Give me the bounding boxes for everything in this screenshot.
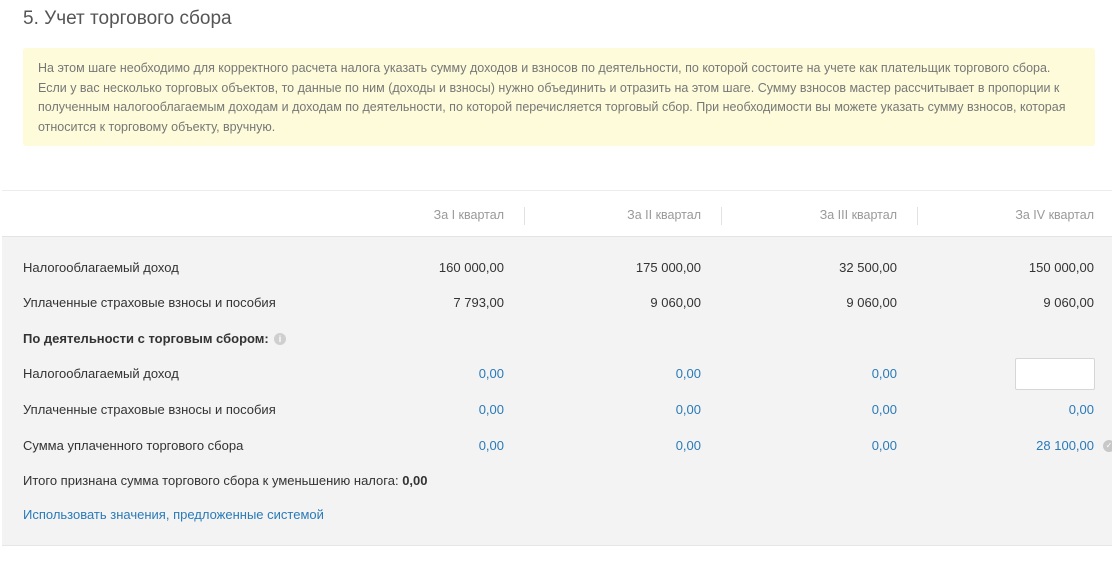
total-row: Итого признана сумма торгового сбора к у… [2,471,1112,491]
table-row-trade-income: Налогооблагаемый доход 0,00 0,00 0,00 [2,358,1112,390]
section-header: По деятельности с торговым сбором: i [2,329,1112,349]
value-q3: 32 500,00 [839,260,897,275]
check-circle-icon: ✓ [1103,440,1112,452]
info-icon[interactable]: i [274,333,286,345]
table-body: Налогооблагаемый доход 160 000,00 175 00… [2,237,1112,546]
link-row: Использовать значения, предложенные сист… [2,505,1112,525]
value-q4: 150 000,00 [1028,260,1094,275]
value-link-q2[interactable]: 0,00 [676,366,701,381]
value-q2: 175 000,00 [635,260,701,275]
total-label: Итого признана сумма торгового сбора к у… [23,473,399,488]
value-link-q1[interactable]: 0,00 [479,402,504,417]
value-link-q2[interactable]: 0,00 [676,438,701,453]
table-header: За I квартал За II квартал За III кварта… [2,190,1112,237]
value-link-q3[interactable]: 0,00 [872,366,897,381]
total-text: Итого признана сумма торгового сбора к у… [23,473,428,488]
section-title: По деятельности с торговым сбором: [23,331,269,346]
row-label: Налогооблагаемый доход [23,366,179,381]
column-separator [917,207,918,225]
value-q4: 9 060,00 [1043,295,1094,310]
table-row-trade-insurance: Уплаченные страховые взносы и пособия 0,… [2,400,1112,420]
info-note: На этом шаге необходимо для корректного … [23,48,1095,146]
column-header-q3: За III квартал [819,208,897,222]
value-link-q4[interactable]: 28 100,00 [1036,438,1094,453]
use-suggested-values-link[interactable]: Использовать значения, предложенные сист… [23,507,324,522]
page-title: 5. Учет торгового сбора [23,8,232,29]
table-row-insurance: Уплаченные страховые взносы и пособия 7 … [2,293,1112,313]
column-separator [721,207,722,225]
value-q1: 160 000,00 [438,260,504,275]
total-value: 0,00 [402,473,428,488]
row-label: Сумма уплаченного торгового сбора [23,438,244,453]
value-link-q4[interactable]: 0,00 [1069,402,1094,417]
value-link-q1[interactable]: 0,00 [479,438,504,453]
table-row-trade-fee: Сумма уплаченного торгового сбора 0,00 0… [2,436,1112,456]
column-header-q2: За II квартал [627,208,701,222]
value-q2: 9 060,00 [650,295,701,310]
column-header-q4: За IV квартал [1015,208,1094,222]
row-label: Налогооблагаемый доход [23,260,179,275]
value-q3: 9 060,00 [846,295,897,310]
column-separator [524,207,525,225]
value-link-q3[interactable]: 0,00 [872,402,897,417]
value-link-q1[interactable]: 0,00 [479,366,504,381]
row-label: Уплаченные страховые взносы и пособия [23,402,276,417]
table-row-taxable-income: Налогооблагаемый доход 160 000,00 175 00… [2,258,1112,278]
row-label: Уплаченные страховые взносы и пособия [23,295,276,310]
trade-income-q4-input[interactable] [1015,358,1095,390]
column-header-q1: За I квартал [433,208,504,222]
value-link-q2[interactable]: 0,00 [676,402,701,417]
value-q1: 7 793,00 [453,295,504,310]
value-link-q3[interactable]: 0,00 [872,438,897,453]
